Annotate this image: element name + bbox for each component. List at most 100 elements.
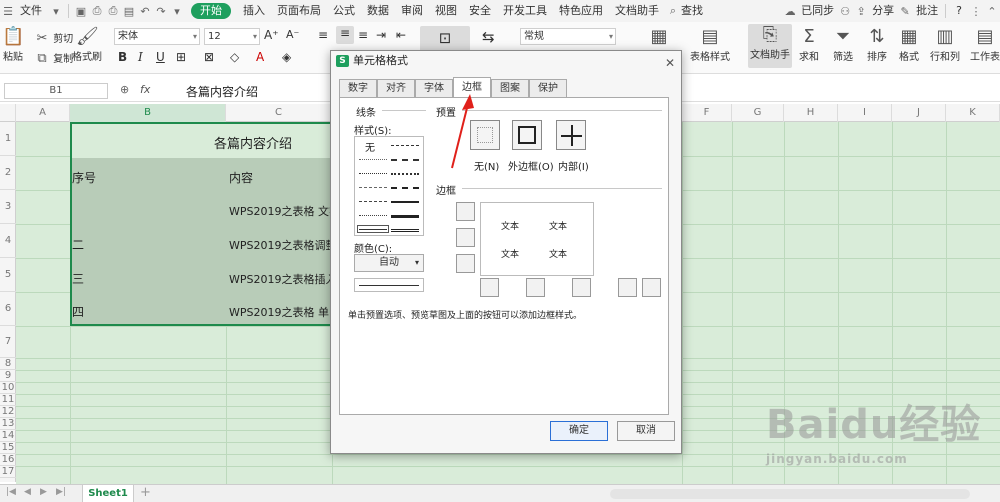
line-style-option[interactable] (359, 187, 387, 188)
merge-icon[interactable]: ⊠ (204, 50, 214, 64)
tab-view[interactable]: 视图 (429, 0, 463, 22)
line-style-option[interactable] (391, 187, 419, 189)
font-name-select[interactable]: 宋体 ▾ (114, 28, 200, 45)
bold-icon[interactable]: B (118, 50, 127, 64)
line-style-option[interactable] (359, 173, 387, 174)
border-middle-button[interactable] (456, 228, 475, 247)
sort-button[interactable]: ⇅ 排序 (866, 26, 888, 63)
menu-file[interactable]: 文件 (16, 0, 48, 22)
menu-icon[interactable]: ☰ (0, 0, 16, 22)
row-header-13[interactable]: 13 (0, 418, 16, 430)
column-header-c[interactable]: C (226, 104, 332, 122)
line-style-list[interactable]: 无 (354, 136, 424, 236)
tab-formulas[interactable]: 公式 (327, 0, 361, 22)
filter-button[interactable]: ⏷ 筛选 (832, 26, 854, 63)
cell-c5[interactable]: WPS2019之表格插入 (229, 271, 337, 287)
column-header-j[interactable]: J (892, 104, 946, 122)
conditional-format-button[interactable]: ▦ (648, 26, 670, 48)
doc-helper-button[interactable]: ⎘ 文档助手 (748, 24, 792, 68)
row-header-1[interactable]: 1 (0, 122, 16, 156)
cut-button[interactable]: ✂ 剪切 (34, 30, 74, 47)
tab-security[interactable]: 安全 (463, 0, 497, 22)
cell-c2-header-content[interactable]: 内容 (229, 169, 253, 186)
tab-doc-helper[interactable]: 文档助手 (609, 0, 665, 22)
fx-icon[interactable]: fx (140, 83, 150, 96)
chevron-down-icon[interactable]: ▾ (48, 0, 64, 22)
sync-status[interactable]: 已同步 (798, 0, 837, 22)
redo-icon[interactable]: ↷ (153, 0, 169, 22)
line-style-option[interactable] (391, 215, 419, 218)
selected-range[interactable] (70, 122, 332, 326)
tab-page-layout[interactable]: 页面布局 (271, 0, 327, 22)
share-button[interactable]: 分享 (869, 0, 897, 22)
export-icon[interactable]: ▤ (121, 0, 137, 22)
prev-sheet-icon[interactable]: ◀ (24, 487, 31, 497)
shrink-font-icon[interactable]: A⁻ (286, 28, 299, 41)
column-header-f[interactable]: F (682, 104, 732, 122)
search-label[interactable]: 查找 (681, 0, 709, 22)
row-header-11[interactable]: 11 (0, 394, 16, 406)
line-style-none[interactable]: 无 (365, 139, 375, 154)
clear-icon[interactable]: ◈ (282, 50, 291, 64)
tab-number[interactable]: 数字 (339, 79, 377, 97)
fill-color-icon[interactable]: ◇ (230, 50, 239, 64)
italic-icon[interactable]: I (138, 50, 143, 64)
worksheet-button[interactable]: ▤ 工作表 (970, 26, 1000, 63)
save-icon[interactable]: ▣ (73, 0, 89, 22)
zoom-icon[interactable]: ⊕ (120, 83, 129, 96)
comment-icon[interactable]: ✎ (897, 0, 913, 22)
row-header-3[interactable]: 3 (0, 190, 16, 224)
tab-developer[interactable]: 开发工具 (497, 0, 553, 22)
cell-b2-header-no[interactable]: 序号 (72, 169, 96, 186)
add-sheet-icon[interactable]: + (140, 485, 151, 500)
font-color-icon[interactable]: A (256, 50, 264, 64)
name-box[interactable]: B1 (4, 83, 108, 99)
tab-data[interactable]: 数据 (361, 0, 395, 22)
row-header-15[interactable]: 15 (0, 442, 16, 454)
border-diagonal-down-button[interactable] (642, 278, 661, 297)
line-style-option[interactable] (391, 145, 419, 146)
row-header-12[interactable]: 12 (0, 406, 16, 418)
copy-button[interactable]: ⧉ 复制 (34, 50, 73, 67)
tab-special[interactable]: 特色应用 (553, 0, 609, 22)
help-button[interactable]: ? (950, 0, 968, 22)
border-preview-area[interactable]: 文本 文本 文本 文本 (480, 202, 594, 276)
more-icon[interactable]: ⋮ (968, 0, 984, 22)
rowcol-button[interactable]: ▥ 行和列 (930, 26, 960, 63)
indent-icon[interactable]: ⇥ (376, 28, 386, 42)
column-header-a[interactable]: A (16, 104, 70, 122)
cell-b5[interactable]: 三 (72, 270, 84, 287)
row-header-7[interactable]: 7 (0, 326, 16, 358)
grow-font-icon[interactable]: A⁺ (264, 28, 279, 42)
search-icon[interactable]: ⌕ (665, 0, 681, 22)
cloud-sync-icon[interactable]: ☁ (782, 0, 798, 22)
row-header-2[interactable]: 2 (0, 156, 16, 190)
share-icon[interactable]: ⇪ (853, 0, 869, 22)
cell-c6[interactable]: WPS2019之表格 单 (229, 304, 329, 320)
line-style-option[interactable] (391, 229, 419, 232)
ok-button[interactable]: 确定 (550, 421, 608, 441)
preset-outline-button[interactable] (512, 120, 542, 150)
undo-icon[interactable]: ↶ (137, 0, 153, 22)
tab-alignment[interactable]: 对齐 (377, 79, 415, 97)
paste-button[interactable]: 📋 粘贴 (2, 26, 24, 63)
align-bottom-icon[interactable]: ≡ (358, 28, 368, 42)
select-all-corner[interactable] (0, 104, 16, 122)
border-bottom-button[interactable] (456, 254, 475, 273)
horizontal-scrollbar[interactable] (610, 489, 970, 499)
line-style-option[interactable] (359, 229, 387, 230)
tab-insert[interactable]: 插入 (237, 0, 271, 22)
dialog-title-bar[interactable]: S 单元格格式 ✕ (331, 51, 681, 71)
align-top-icon[interactable]: ≡ (318, 28, 328, 42)
align-middle-icon[interactable]: ≡ (336, 26, 354, 44)
collab-icon[interactable]: ⚇ (837, 0, 853, 22)
cancel-button[interactable]: 取消 (617, 421, 675, 441)
wrap-text-icon[interactable]: ⇆ (482, 28, 495, 46)
border-left-button[interactable] (526, 278, 545, 297)
collapse-icon[interactable]: ⌃ (984, 0, 1000, 22)
table-style-button[interactable]: ▤ 表格样式 (690, 26, 730, 63)
column-header-b[interactable]: B (70, 104, 226, 122)
comment-button[interactable]: 批注 (913, 0, 941, 22)
cell-b1-title[interactable]: 各篇内容介绍 (214, 133, 292, 152)
cell-b4[interactable]: 二 (72, 236, 84, 253)
